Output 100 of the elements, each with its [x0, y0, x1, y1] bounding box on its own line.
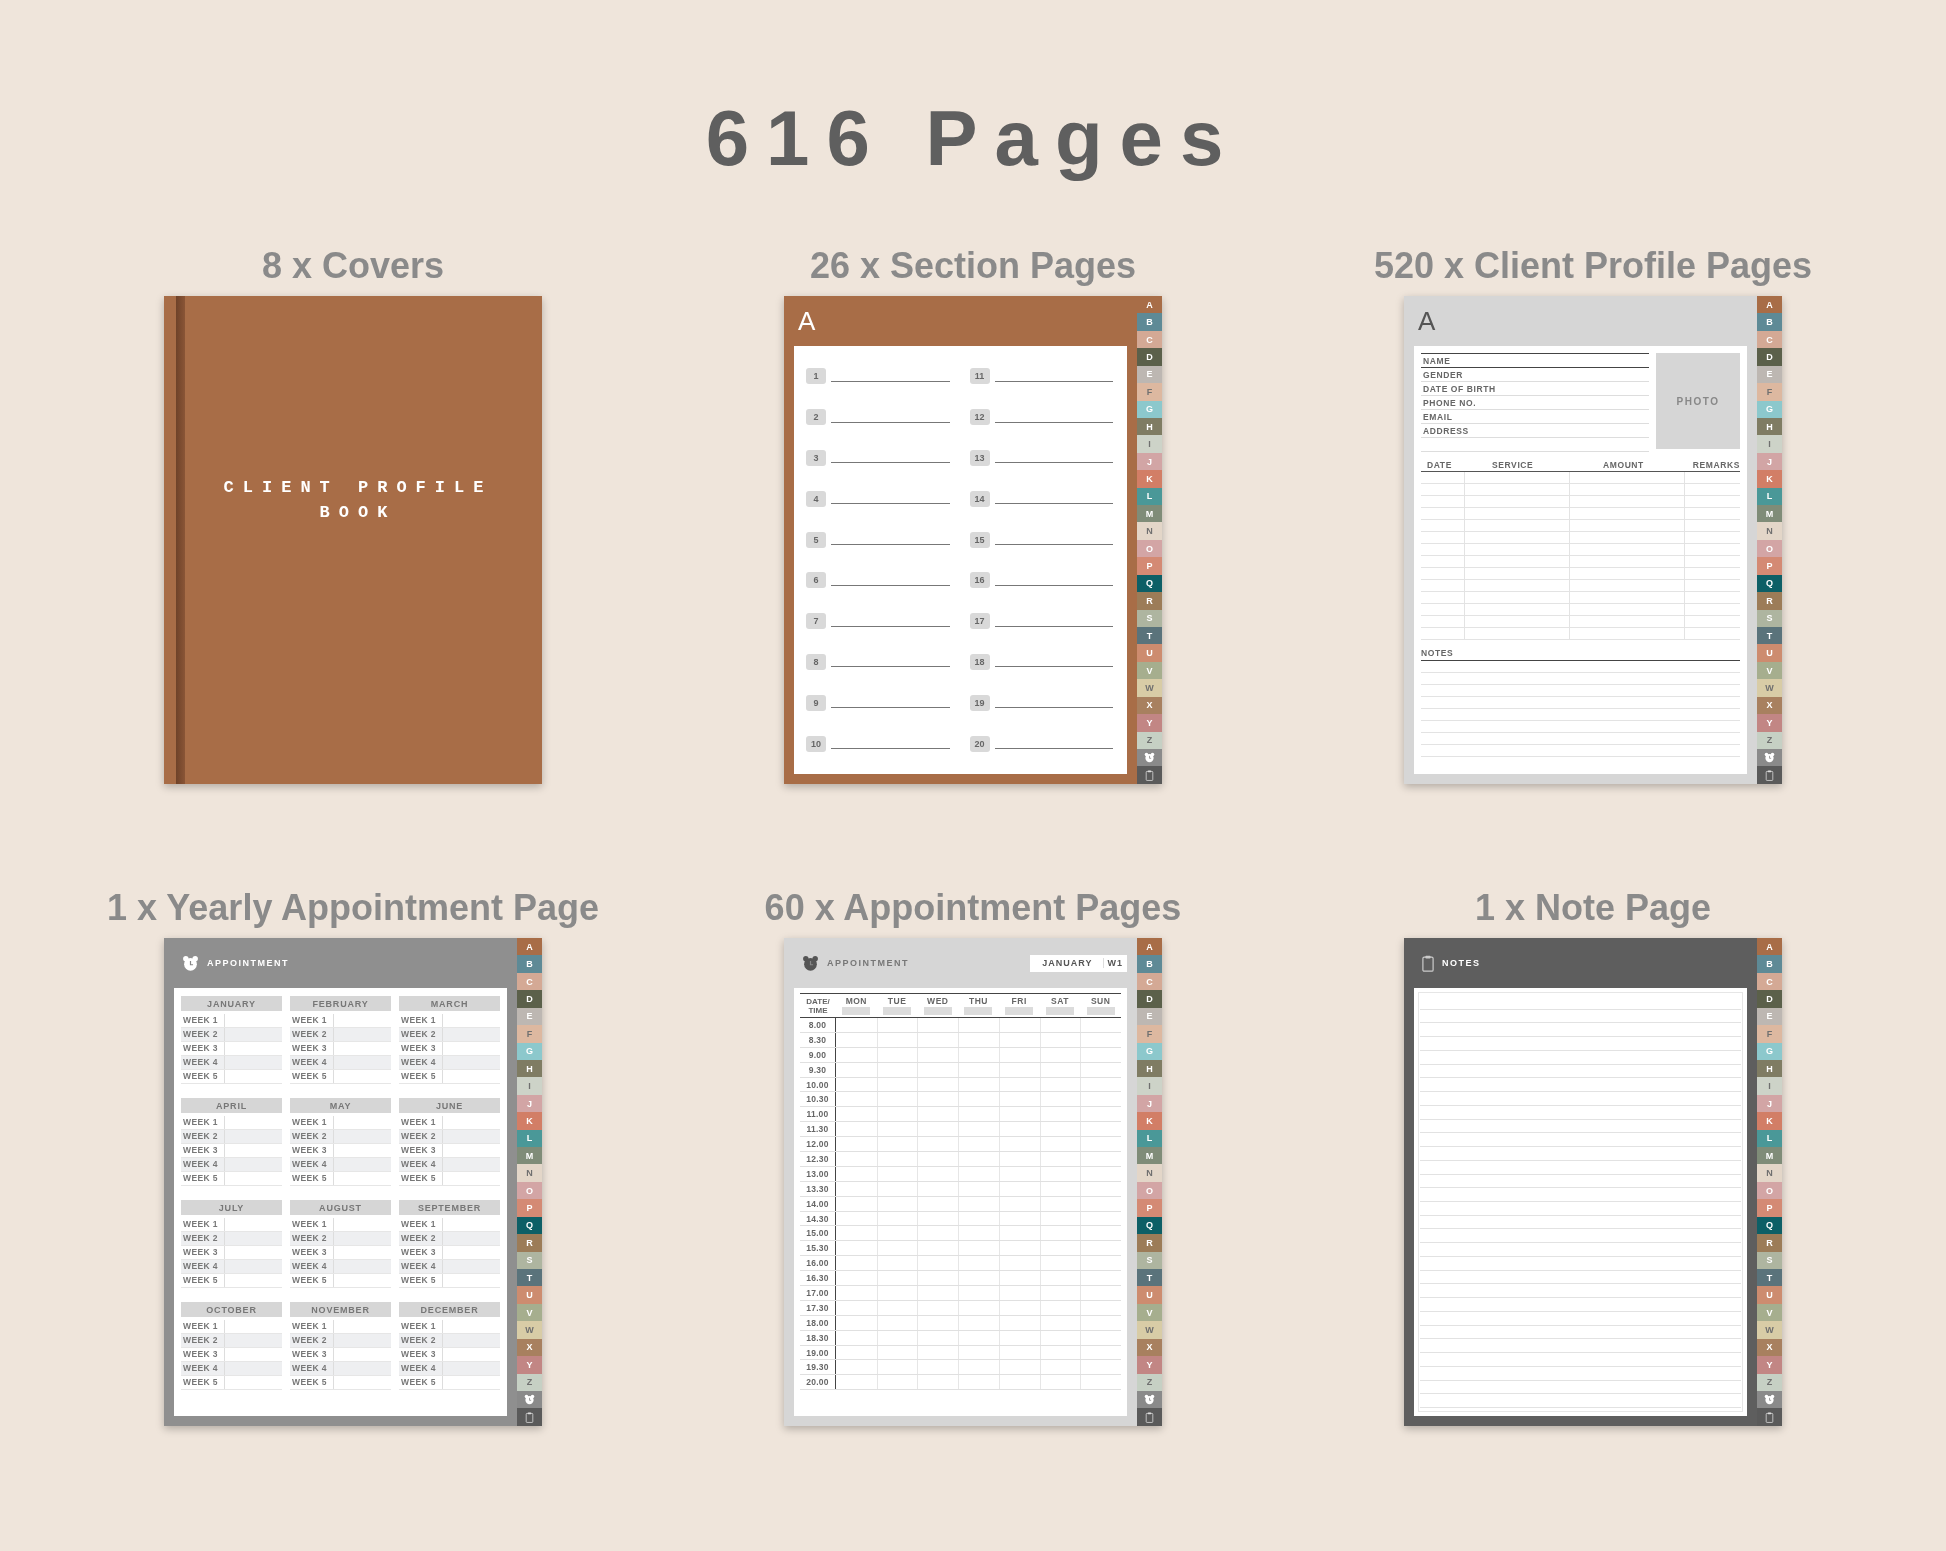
index-tab[interactable]: B [1137, 313, 1162, 331]
notes-tab[interactable] [1137, 1408, 1162, 1426]
index-tab[interactable]: I [1757, 435, 1782, 453]
index-tab[interactable]: D [1137, 990, 1162, 1008]
index-tab[interactable]: F [517, 1025, 542, 1043]
index-tab[interactable]: D [1757, 348, 1782, 366]
index-tab[interactable]: P [1137, 1199, 1162, 1217]
index-tab[interactable]: U [517, 1286, 542, 1304]
index-tab[interactable]: F [1757, 1025, 1782, 1043]
index-tab[interactable]: D [1137, 348, 1162, 366]
index-tab[interactable]: R [517, 1234, 542, 1252]
index-tab[interactable]: T [1137, 627, 1162, 645]
index-tab[interactable]: A [1137, 296, 1162, 314]
index-tab[interactable]: I [1757, 1077, 1782, 1095]
index-tab[interactable]: N [1757, 1164, 1782, 1182]
index-tab[interactable]: U [1137, 1286, 1162, 1304]
date-box [923, 1007, 952, 1015]
time-label: 16.30 [800, 1271, 836, 1286]
index-tab[interactable]: M [1137, 505, 1162, 523]
week-label: WEEK 4 [181, 1056, 225, 1069]
index-tab[interactable]: P [1137, 557, 1162, 575]
notes-tab[interactable] [517, 1408, 542, 1426]
index-tab[interactable]: M [1137, 1147, 1162, 1165]
date-box [1045, 1007, 1074, 1015]
caption: 1 x Yearly Appointment Page [106, 888, 600, 928]
index-tab[interactable]: B [1757, 313, 1782, 331]
index-tab[interactable]: R [1137, 1234, 1162, 1252]
index-tab[interactable]: U [1757, 644, 1782, 662]
index-tab[interactable]: T [1137, 1269, 1162, 1287]
index-tab[interactable]: I [1137, 1077, 1162, 1095]
index-tab[interactable]: R [1137, 592, 1162, 610]
index-tab[interactable]: Y [1757, 714, 1782, 732]
index-tab[interactable]: M [1757, 505, 1782, 523]
time-label: 9.30 [800, 1062, 836, 1077]
alarm-clock-icon [1144, 1394, 1155, 1406]
index-tab[interactable]: N [1757, 522, 1782, 540]
index-tab[interactable]: B [517, 955, 542, 973]
week-label: WEEK 3 [399, 1144, 443, 1157]
index-tab[interactable]: M [1757, 1147, 1782, 1165]
index-tab[interactable]: P [1757, 1199, 1782, 1217]
photo-label: PHOTO [1676, 395, 1720, 407]
notes-tab[interactable] [1137, 766, 1162, 784]
index-tab[interactable]: T [517, 1269, 542, 1287]
index-tab[interactable]: W [1757, 1321, 1782, 1339]
index-tab[interactable]: Y [1137, 1356, 1162, 1374]
index-tab[interactable]: W [1137, 679, 1162, 697]
week-label: WEEK 3 [181, 1042, 225, 1055]
column-header: AMOUNT [1602, 460, 1645, 471]
index-tab[interactable]: K [1757, 470, 1782, 488]
index-tab[interactable]: I [517, 1077, 542, 1095]
index-tab[interactable]: N [517, 1164, 542, 1182]
week-label: WEEK 4 [290, 1158, 334, 1171]
index-tab[interactable]: R [1757, 592, 1782, 610]
index-tab[interactable]: F [1137, 1025, 1162, 1043]
index-tab[interactable]: K [1137, 1112, 1162, 1130]
index-tab[interactable]: N [1137, 1164, 1162, 1182]
index-tab[interactable]: W [517, 1321, 542, 1339]
index-tab[interactable]: Y [517, 1356, 542, 1374]
index-tab[interactable]: U [1137, 644, 1162, 662]
index-tab[interactable]: U [1757, 1286, 1782, 1304]
index-tab[interactable]: Y [1757, 1356, 1782, 1374]
caption: 8 x Covers [261, 246, 445, 286]
index-tab[interactable]: A [1137, 938, 1162, 956]
index-tab[interactable]: P [1757, 557, 1782, 575]
index-tab[interactable]: Y [1137, 714, 1162, 732]
index-tab[interactable]: T [1757, 1269, 1782, 1287]
index-tab[interactable]: K [1757, 1112, 1782, 1130]
index-tab[interactable]: A [1757, 296, 1782, 314]
clipboard-icon [524, 1411, 535, 1423]
notes-tab[interactable] [1757, 766, 1782, 784]
index-tab[interactable]: B [1757, 955, 1782, 973]
index-tab[interactable]: F [1137, 383, 1162, 401]
week-label: WEEK 2 [399, 1130, 443, 1143]
index-tab[interactable]: N [1137, 522, 1162, 540]
index-tab[interactable]: D [517, 990, 542, 1008]
number-badge: 9 [806, 694, 826, 711]
notes-tab[interactable] [1757, 1408, 1782, 1426]
index-tab[interactable]: T [1757, 627, 1782, 645]
index-tab[interactable]: M [517, 1147, 542, 1165]
index-tab[interactable]: W [1757, 679, 1782, 697]
week-label: WEEK 2 [290, 1232, 334, 1245]
time-label: 8.30 [800, 1032, 836, 1047]
index-tab[interactable]: D [1757, 990, 1782, 1008]
month-header: MAY [290, 1098, 391, 1113]
index-tab[interactable]: A [517, 938, 542, 956]
index-tab[interactable]: K [517, 1112, 542, 1130]
week-label: WEEK 1 [290, 1218, 334, 1231]
month-header: MARCH [399, 996, 500, 1011]
index-tab[interactable]: A [1757, 938, 1782, 956]
clipboard-icon [1144, 769, 1155, 781]
time-label: 14.00 [800, 1196, 836, 1211]
index-tab[interactable]: I [1137, 435, 1162, 453]
index-tab[interactable]: F [1757, 383, 1782, 401]
index-tab[interactable]: B [1137, 955, 1162, 973]
index-tab[interactable]: P [517, 1199, 542, 1217]
index-tab[interactable]: W [1137, 1321, 1162, 1339]
index-tab[interactable]: K [1137, 470, 1162, 488]
week-label: WEEK 2 [290, 1028, 334, 1041]
time-label: 16.00 [800, 1256, 836, 1271]
index-tab[interactable]: R [1757, 1234, 1782, 1252]
